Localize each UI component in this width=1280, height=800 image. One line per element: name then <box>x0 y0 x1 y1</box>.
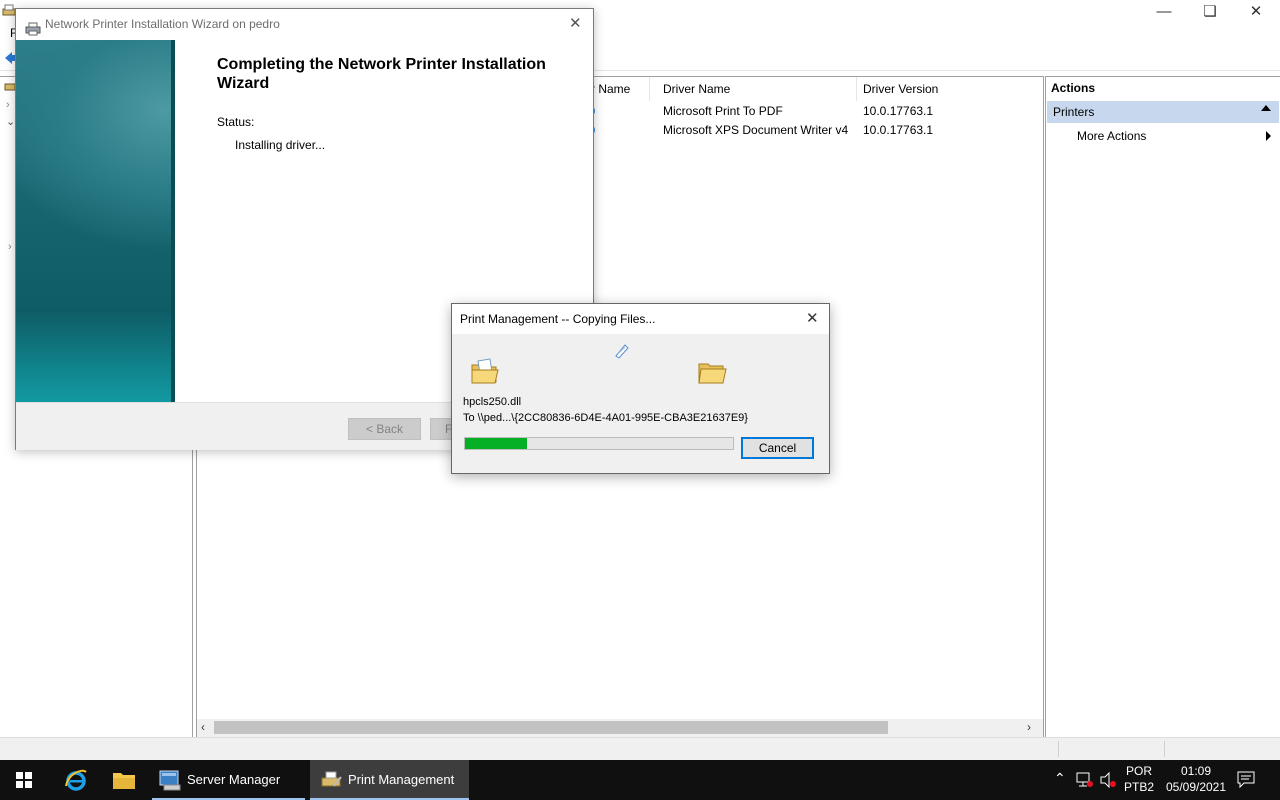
wizard-side-banner <box>16 40 175 402</box>
notifications-button[interactable] <box>1236 770 1258 790</box>
column-header-driver-name[interactable]: Driver Name <box>657 77 857 101</box>
driver-name-cell: Microsoft Print To PDF <box>663 104 783 118</box>
maximize-button[interactable]: ❏ <box>1187 0 1233 22</box>
flying-paper-icon <box>613 342 631 360</box>
windows-logo-icon <box>16 772 32 788</box>
taskbar: Server Manager Print Management ⌃ POR PT… <box>0 760 1280 800</box>
copy-dialog-title: Print Management -- Copying Files... <box>460 312 656 326</box>
more-actions-label: More Actions <box>1077 129 1147 143</box>
internet-explorer-icon <box>64 768 88 792</box>
network-icon[interactable] <box>1076 772 1094 788</box>
tree-expand-chevron-icon[interactable]: › <box>6 99 10 111</box>
driver-version-cell: 10.0.17763.1 <box>863 123 934 137</box>
destination-folder-icon <box>697 358 727 386</box>
app-icon <box>2 4 16 18</box>
cancel-button[interactable]: Cancel <box>741 437 814 459</box>
volume-icon[interactable] <box>1100 771 1118 789</box>
start-button[interactable] <box>0 760 48 800</box>
copying-files-dialog: Print Management -- Copying Files... ✕ h… <box>451 303 830 474</box>
wizard-title: Network Printer Installation Wizard on p… <box>45 17 280 31</box>
internet-explorer-button[interactable] <box>52 760 100 800</box>
keyboard-layout: PTB2 <box>1123 780 1154 794</box>
tree-expand-chevron-icon[interactable]: › <box>8 241 12 253</box>
table-row[interactable]: Microsoft Print To PDF 10.0.17763.1 <box>585 102 1035 121</box>
language-code: POR <box>1125 764 1152 778</box>
collapse-triangle-icon[interactable] <box>1261 105 1271 111</box>
actions-pane: Actions Printers More Actions <box>1045 76 1280 738</box>
action-center-icon <box>1237 771 1255 789</box>
server-manager-icon <box>158 768 182 792</box>
taskbar-app-label: Server Manager <box>187 772 281 787</box>
copy-progress-fill <box>465 438 527 449</box>
status-bar-divider <box>1058 741 1059 757</box>
column-header-printer-name[interactable]: r Name <box>585 77 650 101</box>
driver-version-cell: 10.0.17763.1 <box>863 104 934 118</box>
clock-date: 05/09/2021 <box>1165 780 1227 794</box>
file-name: hpcls250.dll <box>463 396 522 408</box>
taskbar-app-server-manager[interactable]: Server Manager <box>152 760 305 800</box>
status-bar <box>0 737 1280 761</box>
status-label: Status: <box>217 115 255 129</box>
close-icon[interactable]: ✕ <box>569 9 582 39</box>
taskbar-app-label: Print Management <box>348 772 455 787</box>
input-language-indicator[interactable]: POR PTB2 <box>1122 763 1156 797</box>
status-value: Installing driver... <box>235 138 326 152</box>
destination-path: To \\ped...\{2CC80836-6D4E-4A01-995E-CBA… <box>463 412 748 424</box>
source-folder-icon <box>470 356 500 386</box>
minimize-button[interactable]: — <box>1141 0 1187 22</box>
back-button[interactable]: < Back <box>348 418 421 440</box>
wizard-title-bar: Network Printer Installation Wizard on p… <box>16 9 593 39</box>
print-management-icon <box>320 768 344 792</box>
clock[interactable]: 01:09 05/09/2021 <box>1160 763 1232 797</box>
copy-dialog-title-bar: Print Management -- Copying Files... ✕ <box>452 304 829 334</box>
actions-section-label: Printers <box>1053 105 1095 119</box>
folder-icon <box>112 770 136 790</box>
close-icon[interactable]: ✕ <box>806 304 819 334</box>
driver-name-cell: Microsoft XPS Document Writer v4 <box>663 123 849 137</box>
scroll-right-arrow-icon[interactable]: › <box>1027 720 1031 734</box>
more-actions-item[interactable]: More Actions <box>1047 127 1279 147</box>
submenu-arrow-icon <box>1266 131 1271 141</box>
status-bar-divider <box>1164 741 1165 757</box>
scroll-left-arrow-icon[interactable]: ‹ <box>201 720 205 734</box>
column-header-driver-version[interactable]: Driver Version <box>857 77 1041 101</box>
horizontal-scrollbar[interactable]: ‹ › <box>197 719 1043 737</box>
wizard-heading: Completing the Network Printer Installat… <box>217 56 546 92</box>
close-window-button[interactable]: ✕ <box>1233 0 1279 22</box>
actions-section-printers[interactable]: Printers <box>1047 101 1279 123</box>
actions-header: Actions <box>1051 81 1096 95</box>
scroll-thumb[interactable] <box>214 721 888 734</box>
clock-time: 01:09 <box>1180 764 1212 778</box>
table-row[interactable]: Microsoft XPS Document Writer v4 10.0.17… <box>585 121 1035 140</box>
taskbar-app-print-management[interactable]: Print Management <box>310 760 469 800</box>
printer-icon <box>25 17 41 36</box>
show-hidden-icons-chevron-icon[interactable]: ⌃ <box>1054 770 1066 787</box>
tree-collapse-chevron-icon[interactable]: ⌄ <box>6 115 15 128</box>
copy-progress-bar <box>464 437 734 450</box>
file-explorer-button[interactable] <box>100 760 148 800</box>
